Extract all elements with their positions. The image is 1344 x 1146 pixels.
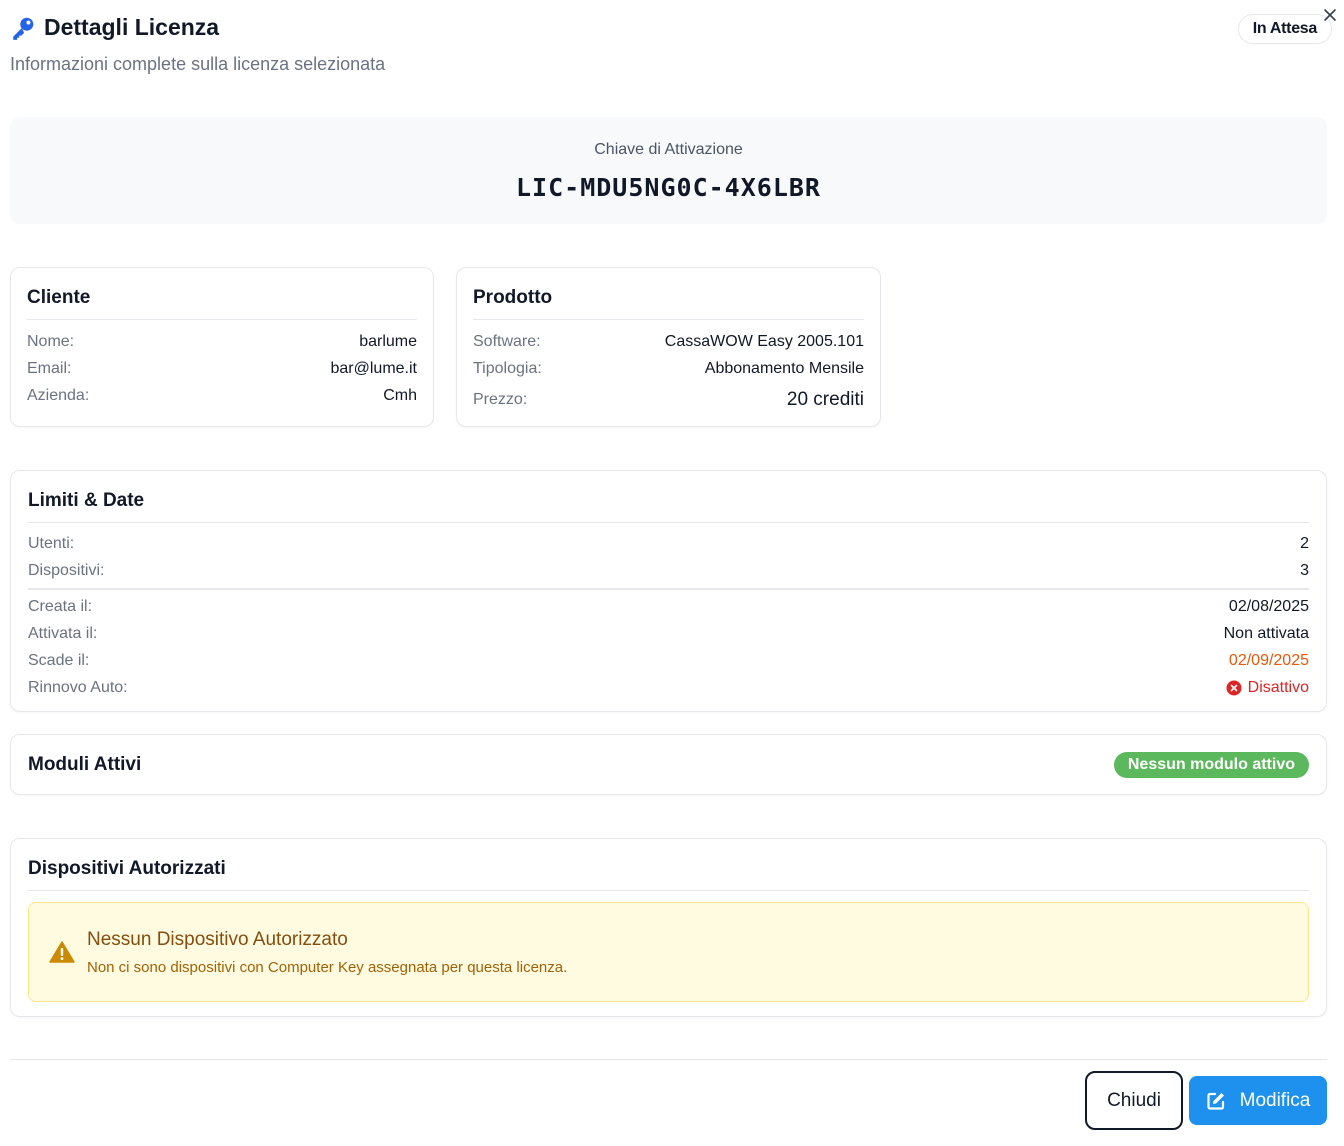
dialog-header: Dettagli Licenza Informazioni complete s… [10,14,1334,84]
row-label: Email: [27,359,72,377]
row-value: CassaWOW Easy 2005.101 [664,332,864,350]
date-row-rinnovo: Rinnovo Auto: Disattivo [28,674,1309,701]
close-icon[interactable] [1322,7,1338,23]
date-row-scade: Scade il: 02/09/2025 [28,647,1309,674]
prodotto-row-software: Software: CassaWOW Easy 2005.101 [473,328,864,355]
cliente-card: Cliente Nome: barlume Email: bar@lume.it A… [10,267,434,427]
page-subtitle: Informazioni complete sulla licenza sele… [10,54,386,74]
title-row: Dettagli Licenza [10,14,1334,41]
row-label: Utenti: [28,534,75,552]
activation-key-value: LIC-MDU5NG0C-4X6LBR [516,173,821,202]
prodotto-title: Prodotto [473,287,864,320]
price-value: 20 crediti [786,388,864,410]
row-value: Cmh [383,386,417,404]
cliente-row-nome: Nome: barlume [27,328,417,355]
alert-text: Non ci sono dispositivi con Computer Key… [87,958,568,976]
expiry-value: 02/09/2025 [1228,651,1309,669]
page-title: Dettagli Licenza [44,14,220,40]
row-value: 02/08/2025 [1228,597,1309,615]
row-value: barlume [359,332,417,350]
row-label: Software: [473,332,541,350]
row-value: 2 [1300,534,1309,552]
moduli-badge: Nessun modulo attivo [1113,751,1309,778]
activation-key-label: Chiave di Attivazione [594,141,743,158]
row-label: Creata il: [28,597,93,615]
dispositivi-card: Dispositivi Autorizzati Nessun Dispositi… [10,838,1327,1017]
key-icon [10,15,36,41]
edit-button-label: Modifica [1239,1089,1311,1111]
limiti-row-dispositivi: Dispositivi: 3 [28,557,1309,584]
auto-renew-status: Disattivo [1226,679,1309,697]
prodotto-row-tipologia: Tipologia: Abbonamento Mensile [473,355,864,382]
auto-renew-text: Disattivo [1247,678,1309,696]
row-label: Nome: [27,332,75,350]
footer-divider [10,1059,1327,1060]
date-row-attivata: Attivata il: Non attivata [28,620,1309,647]
row-label: Azienda: [27,386,90,404]
edit-button[interactable]: Modifica [1189,1076,1327,1125]
row-value: bar@lume.it [330,359,418,377]
warning-icon [49,940,75,964]
row-label: Prezzo: [473,390,528,408]
row-label: Rinnovo Auto: [28,678,128,696]
divider [28,588,1309,590]
status-badge: In Attesa [1237,14,1332,44]
row-value: Abbonamento Mensile [704,359,864,377]
moduli-title: Moduli Attivi [28,753,142,775]
prodotto-card: Prodotto Software: CassaWOW Easy 2005.101… [456,267,881,427]
moduli-card: Moduli Attivi Nessun modulo attivo [10,734,1327,795]
limiti-title: Limiti & Date [28,490,1309,523]
row-value: Non attivata [1223,624,1309,642]
row-label: Scade il: [28,651,90,669]
row-value: 3 [1300,561,1309,579]
prodotto-row-prezzo: Prezzo: 20 crediti [473,382,864,417]
close-button[interactable]: Chiudi [1085,1071,1183,1130]
limiti-row-utenti: Utenti: 2 [28,530,1309,557]
cliente-title: Cliente [27,287,417,320]
no-devices-alert: Nessun Dispositivo Autorizzato Non ci so… [28,902,1309,1002]
row-label: Dispositivi: [28,561,105,579]
edit-icon [1206,1091,1226,1111]
row-label: Tipologia: [473,359,542,377]
cliente-row-azienda: Azienda: Cmh [27,382,417,409]
alert-title: Nessun Dispositivo Autorizzato [87,928,348,950]
row-label: Attivata il: [28,624,98,642]
date-row-creata: Creata il: 02/08/2025 [28,593,1309,620]
limiti-card: Limiti & Date Utenti: 2 Dispositivi: 3 Cre… [10,470,1327,712]
activation-key-panel: Chiave di Attivazione LIC-MDU5NG0C-4X6LB… [10,117,1327,224]
cliente-row-email: Email: bar@lume.it [27,355,417,382]
x-circle-icon [1226,680,1242,696]
dispositivi-title: Dispositivi Autorizzati [28,858,1309,891]
